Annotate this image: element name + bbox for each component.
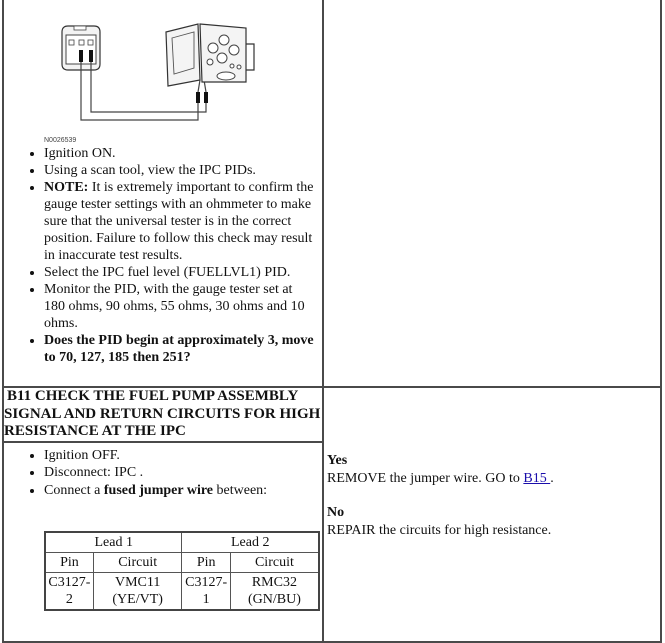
gauge-tester-diagram xyxy=(61,23,255,121)
gauge-tester-icon xyxy=(165,23,255,87)
column-header: Pin xyxy=(181,551,231,573)
column-header: Pin xyxy=(44,551,94,573)
jumper-leads-table: Lead 1 Lead 2 Pin Circuit Pin Circuit C3… xyxy=(44,530,320,611)
step-b11-header-row: B11 CHECK THE FUEL PUMP ASSEMBLY SIGNAL … xyxy=(2,386,662,643)
step-b10-result-cell xyxy=(322,0,662,388)
table-row: C3127-2 VMC11 (YE/VT) C3127-1 RMC32 (GN/… xyxy=(44,571,320,610)
step-b11-list: Ignition OFF. Disconnect: IPC . Connect … xyxy=(4,443,322,500)
title-line: SIGNAL AND RETURN CIRCUITS FOR HIGH xyxy=(4,405,321,422)
no-label: No xyxy=(327,505,345,520)
step-b11-title: B11 CHECK THE FUEL PUMP ASSEMBLY SIGNAL … xyxy=(2,386,324,443)
step-b10-list: Ignition ON. Using a scan tool, view the… xyxy=(4,145,314,366)
list-item: Disconnect: IPC . xyxy=(44,464,322,482)
no-result: REPAIR the circuits for high resistance. xyxy=(327,522,552,538)
leads-group-header-row: Lead 1 Lead 2 xyxy=(44,531,320,553)
title-line: RESISTANCE AT THE IPC xyxy=(4,423,186,439)
lead-2-pin: C3127-1 xyxy=(181,571,231,610)
list-item: Ignition OFF. xyxy=(44,447,322,465)
figure-id: N0026539 xyxy=(44,137,77,144)
column-header: Circuit xyxy=(92,551,183,573)
column-header: Circuit xyxy=(229,551,320,573)
step-b10-action-cell: N0026539 Ignition ON. Using a scan tool,… xyxy=(2,0,324,388)
step-b10-row: N0026539 Ignition ON. Using a scan tool,… xyxy=(2,0,662,388)
step-b11-action-cell: Ignition OFF. Disconnect: IPC . Connect … xyxy=(2,440,324,643)
list-item: Connect a fused jumper wire between: xyxy=(44,482,322,500)
note-item: NOTE: It is extremely important to confi… xyxy=(44,179,314,264)
title-line: B11 CHECK THE FUEL PUMP ASSEMBLY xyxy=(7,388,299,404)
leads-column-header-row: Pin Circuit Pin Circuit xyxy=(44,551,320,573)
question-item: Does the PID begin at approximately 3, m… xyxy=(44,332,314,366)
pinpoint-test-table: N0026539 Ignition ON. Using a scan tool,… xyxy=(2,0,662,643)
yes-result: REMOVE the jumper wire. GO to B15 . xyxy=(327,470,554,486)
step-b11-result-cell: Yes REMOVE the jumper wire. GO to B15 . … xyxy=(322,386,662,643)
lead-2-circuit: RMC32 (GN/BU) xyxy=(229,571,320,610)
lead-1-circuit: VMC11 (YE/VT) xyxy=(92,571,183,610)
yes-label: Yes xyxy=(327,453,348,468)
list-item: Monitor the PID, with the gauge tester s… xyxy=(44,281,314,332)
list-item: Using a scan tool, view the IPC PIDs. xyxy=(44,162,314,179)
list-item: Ignition ON. xyxy=(44,145,314,162)
list-item: Select the IPC fuel level (FUELLVL1) PID… xyxy=(44,264,314,281)
go-to-b15-link[interactable]: B15 xyxy=(523,471,550,486)
lead-2-header: Lead 2 xyxy=(181,531,320,553)
lead-1-pin: C3127-2 xyxy=(44,571,94,610)
diagnostic-procedure-page: N0026539 Ignition ON. Using a scan tool,… xyxy=(2,0,662,643)
lead-1-header: Lead 1 xyxy=(44,531,183,553)
